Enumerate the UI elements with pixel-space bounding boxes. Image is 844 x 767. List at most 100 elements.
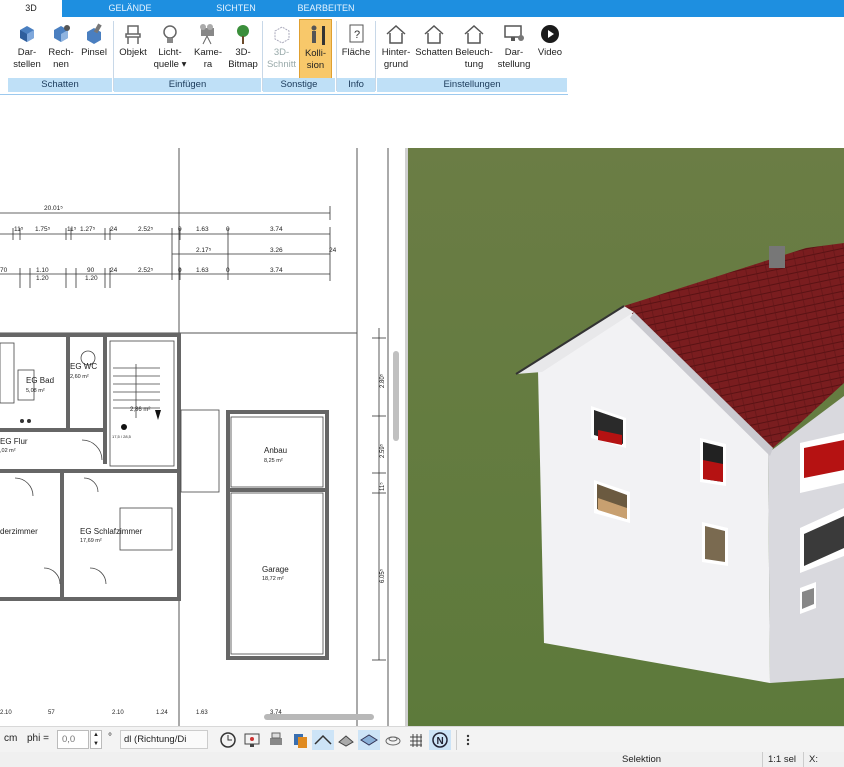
roof-view-icon[interactable] xyxy=(312,730,334,750)
tab-gelaende[interactable]: GELÄNDE xyxy=(95,0,165,17)
bdim-0: 2.10 xyxy=(0,710,12,716)
3d-view[interactable] xyxy=(408,148,844,726)
phi-stepper[interactable]: ▲ ▼ xyxy=(90,730,102,749)
room-name-wc: EG WC xyxy=(70,362,97,371)
layer-icon[interactable] xyxy=(358,730,380,750)
wireframe-icon[interactable] xyxy=(336,730,356,750)
tab-3d[interactable]: 3D xyxy=(0,0,62,17)
objekt-label: Objekt xyxy=(119,47,147,58)
dim-r1-2: 11⁵ xyxy=(67,226,77,233)
dim-r1-8: 0 xyxy=(226,226,230,233)
direction-select[interactable]: dl (Richtung/Di xyxy=(120,730,208,749)
dim-total: 20.01⁵ xyxy=(44,205,63,212)
room-name-anbau: Anbau xyxy=(264,446,287,455)
plan-horizontal-scrollbar[interactable] xyxy=(264,714,374,720)
lichtquelle-label: Licht- quelle ▾ xyxy=(153,47,187,70)
brush-cube-icon xyxy=(87,23,102,44)
video-button[interactable]: Video xyxy=(533,19,567,79)
bitmap3d-label: 3D- Bitmap xyxy=(228,47,258,70)
beleuchtung-button[interactable]: Beleuch- tung xyxy=(454,19,494,79)
tab-sichten[interactable]: SICHTEN xyxy=(205,0,267,17)
room-area-stairs: 2,86 m² xyxy=(130,407,150,413)
room-name-schlaf: EG Schlafzimmer xyxy=(80,527,143,536)
house-background-icon xyxy=(386,24,406,44)
group-einfuegen: Einfügen xyxy=(114,78,261,92)
dim-r3-6: 2.52⁵ xyxy=(138,267,154,274)
dim-r2-2: 24 xyxy=(329,247,337,254)
terrain-icon[interactable] xyxy=(383,730,403,750)
dim-r1-3: 1.27⁵ xyxy=(80,226,96,233)
bdim-1: 57 xyxy=(48,710,55,716)
ribbon: Dar- stellen Rech- nen Pinsel Objekt Lic… xyxy=(0,17,844,95)
darstellen-button[interactable]: Dar- stellen xyxy=(10,19,44,79)
schnitt3d-label: 3D- Schnitt xyxy=(266,47,297,70)
dim-r1-6: 0 xyxy=(178,226,182,233)
room-area-garage: 18,72 m² xyxy=(262,576,284,582)
screen-capture-icon[interactable] xyxy=(242,730,262,750)
flaeche-button[interactable]: ? Fläche xyxy=(339,19,373,79)
tab-bearbeiten[interactable]: BEARBEITEN xyxy=(290,0,362,17)
phi-label: phi = xyxy=(27,733,49,744)
dim-r1-1: 1.75⁵ xyxy=(35,226,51,233)
bottom-toolbar: cm phi = ▲▼ ° dl (Richtung/Di N xyxy=(0,726,844,752)
print-icon[interactable] xyxy=(266,730,286,750)
svg-text:?: ? xyxy=(354,29,360,41)
section-cube-icon xyxy=(274,26,289,44)
rechnen-button[interactable]: Rech- nen xyxy=(44,19,78,79)
plan-vertical-scrollbar[interactable] xyxy=(393,351,399,441)
play-icon xyxy=(541,25,559,43)
direction-select-value: dl (Richtung/Di xyxy=(124,734,187,745)
video-label: Video xyxy=(537,47,563,58)
darstellung-label: Dar- stellung xyxy=(497,47,531,70)
room-name-garage: Garage xyxy=(262,565,289,574)
dim-r3-8: 1.63 xyxy=(196,267,209,274)
bitmap3d-button[interactable]: 3D- Bitmap xyxy=(226,19,260,79)
darstellen-label: Dar- stellen xyxy=(13,47,41,70)
schatten-label: Schatten xyxy=(415,47,453,58)
status-scale: 1:1 sel xyxy=(768,754,796,765)
dim-r3-7: 0 xyxy=(178,267,182,274)
lichtquelle-button[interactable]: Licht- quelle ▾ xyxy=(150,19,190,79)
vdim-1: 2.59⁵ xyxy=(379,443,386,458)
lightbulb-icon xyxy=(163,25,177,43)
house-shadow-icon xyxy=(424,24,444,44)
dim-r2-0: 2.17⁵ xyxy=(196,247,212,254)
status-mode: Selektion xyxy=(622,754,662,765)
vdim-2: 11⁵ xyxy=(379,482,386,491)
pinsel-button[interactable]: Pinsel xyxy=(78,19,110,79)
schnitt3d-button[interactable]: 3D- Schnitt xyxy=(265,19,298,79)
kamera-label: Kame- ra xyxy=(194,47,222,70)
dim-r1-5: 2.52⁵ xyxy=(138,226,154,233)
schatten-button[interactable]: Schatten xyxy=(414,19,454,79)
floor-plan-view[interactable]: 20.01⁵ 11⁵ 1.75⁵ 11⁵ 1.27⁵ 24 2.52⁵ 0 1.… xyxy=(0,148,405,726)
dim-r3-0: 70 xyxy=(0,267,8,274)
kollision-button[interactable]: Kolli- sion xyxy=(299,19,332,79)
darstellung-button[interactable]: Dar- stellung xyxy=(495,19,533,79)
unit-label: cm xyxy=(4,733,18,744)
hintergrund-button[interactable]: Hinter- grund xyxy=(378,19,414,79)
degree-label: ° xyxy=(108,732,112,743)
room-area-bad: 5,08 m² xyxy=(26,388,45,394)
phi-input[interactable] xyxy=(57,730,89,749)
north-icon[interactable]: N xyxy=(429,730,451,750)
more-options-icon[interactable] xyxy=(462,730,474,750)
collision-person-icon xyxy=(311,25,325,45)
copy-icon[interactable] xyxy=(290,730,310,750)
room-name-kinder: derzimmer xyxy=(0,527,38,536)
objekt-button[interactable]: Objekt xyxy=(116,19,150,79)
room-name-flur: EG Flur xyxy=(0,437,28,446)
clock-icon[interactable] xyxy=(218,730,238,750)
camera-icon xyxy=(200,24,214,45)
dim-r3-1: 1.10 xyxy=(36,267,49,274)
dim-r3-2: 1.20 xyxy=(36,275,49,282)
bdim-3: 1.24 xyxy=(156,710,168,716)
group-sonstige: Sonstige xyxy=(263,78,335,92)
dim-r3-3: 90 xyxy=(87,267,95,274)
vdim-0: 2.80⁵ xyxy=(379,373,386,388)
dim-r1-0: 11⁵ xyxy=(14,226,24,233)
kamera-button[interactable]: Kame- ra xyxy=(190,19,226,79)
hintergrund-label: Hinter- grund xyxy=(381,47,411,70)
dim-r1-7: 1.63 xyxy=(196,226,209,233)
grid-icon[interactable] xyxy=(406,730,426,750)
kollision-label: Kolli- sion xyxy=(304,48,327,71)
